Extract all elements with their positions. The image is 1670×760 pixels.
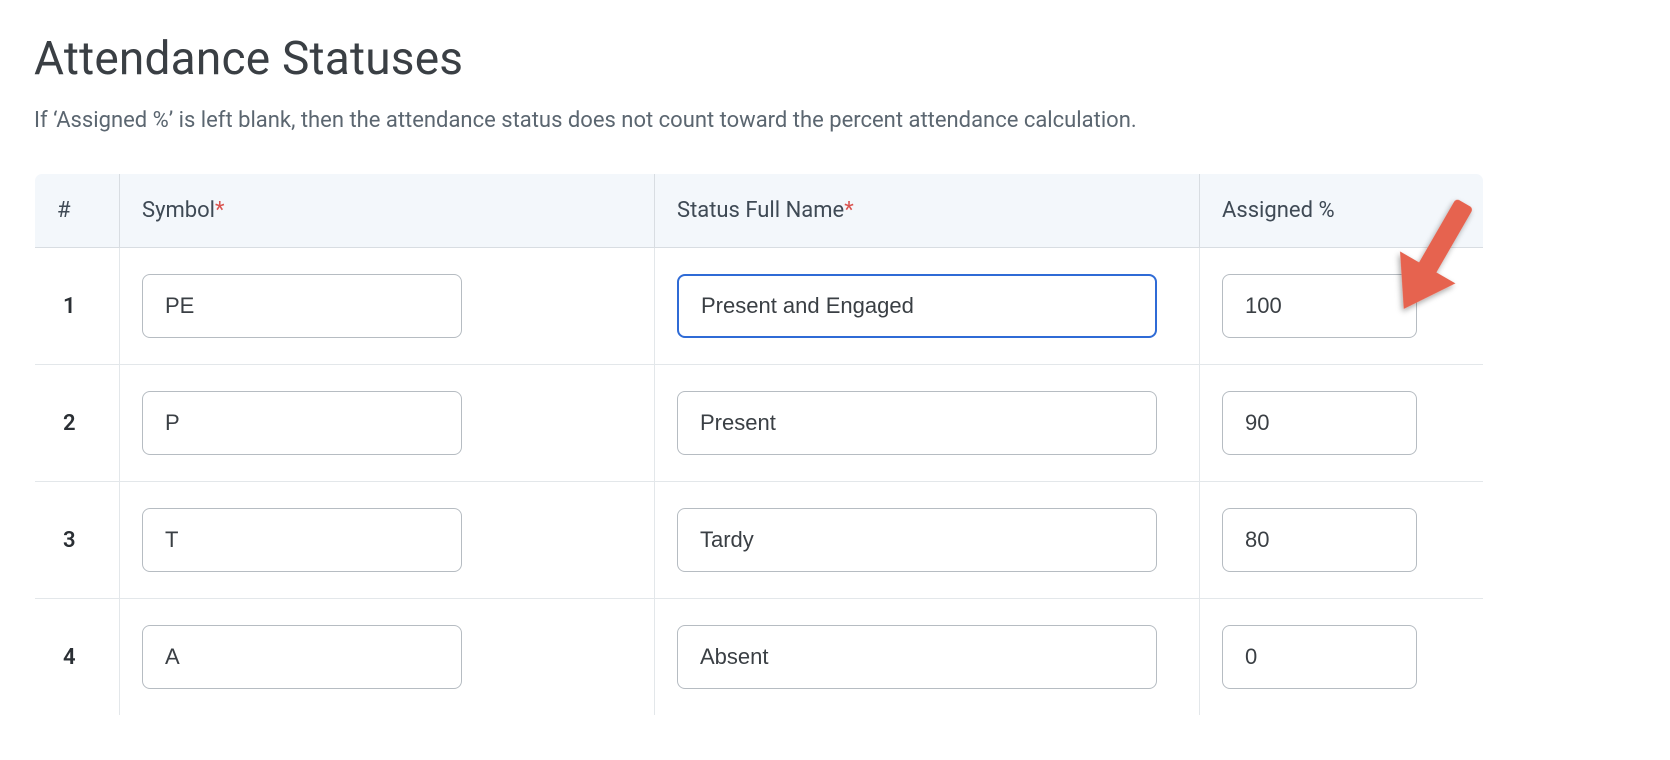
symbol-input[interactable] (142, 625, 462, 689)
assigned-percent-input[interactable] (1222, 508, 1417, 572)
column-header-symbol: Symbol* (120, 174, 655, 248)
symbol-input[interactable] (142, 508, 462, 572)
column-header-number: # (35, 174, 120, 248)
attendance-status-table: # Symbol* Status Full Name* Assigned % 1 (34, 173, 1484, 716)
row-number: 2 (35, 365, 120, 482)
status-name-input[interactable] (677, 274, 1157, 338)
status-name-input[interactable] (677, 625, 1157, 689)
required-asterisk-icon: * (844, 198, 853, 223)
row-number: 3 (35, 482, 120, 599)
column-header-assigned-pct: Assigned % (1200, 174, 1484, 248)
column-header-status-name-label: Status Full Name (677, 198, 844, 223)
symbol-input[interactable] (142, 274, 462, 338)
status-name-input[interactable] (677, 391, 1157, 455)
table-row: 3 (35, 482, 1484, 599)
assigned-percent-input[interactable] (1222, 625, 1417, 689)
table-row: 1 (35, 248, 1484, 365)
page-description: If ‘Assigned %’ is left blank, then the … (34, 108, 1636, 133)
table-row: 2 (35, 365, 1484, 482)
assigned-percent-input[interactable] (1222, 274, 1417, 338)
page-title: Attendance Statuses (34, 32, 1636, 86)
row-number: 1 (35, 248, 120, 365)
column-header-assigned-pct-label: Assigned % (1222, 198, 1335, 223)
column-header-symbol-label: Symbol (142, 198, 215, 223)
required-asterisk-icon: * (215, 198, 224, 223)
table-row: 4 (35, 599, 1484, 716)
row-number: 4 (35, 599, 120, 716)
column-header-status-name: Status Full Name* (655, 174, 1200, 248)
status-name-input[interactable] (677, 508, 1157, 572)
symbol-input[interactable] (142, 391, 462, 455)
column-header-number-label: # (57, 198, 71, 223)
assigned-percent-input[interactable] (1222, 391, 1417, 455)
